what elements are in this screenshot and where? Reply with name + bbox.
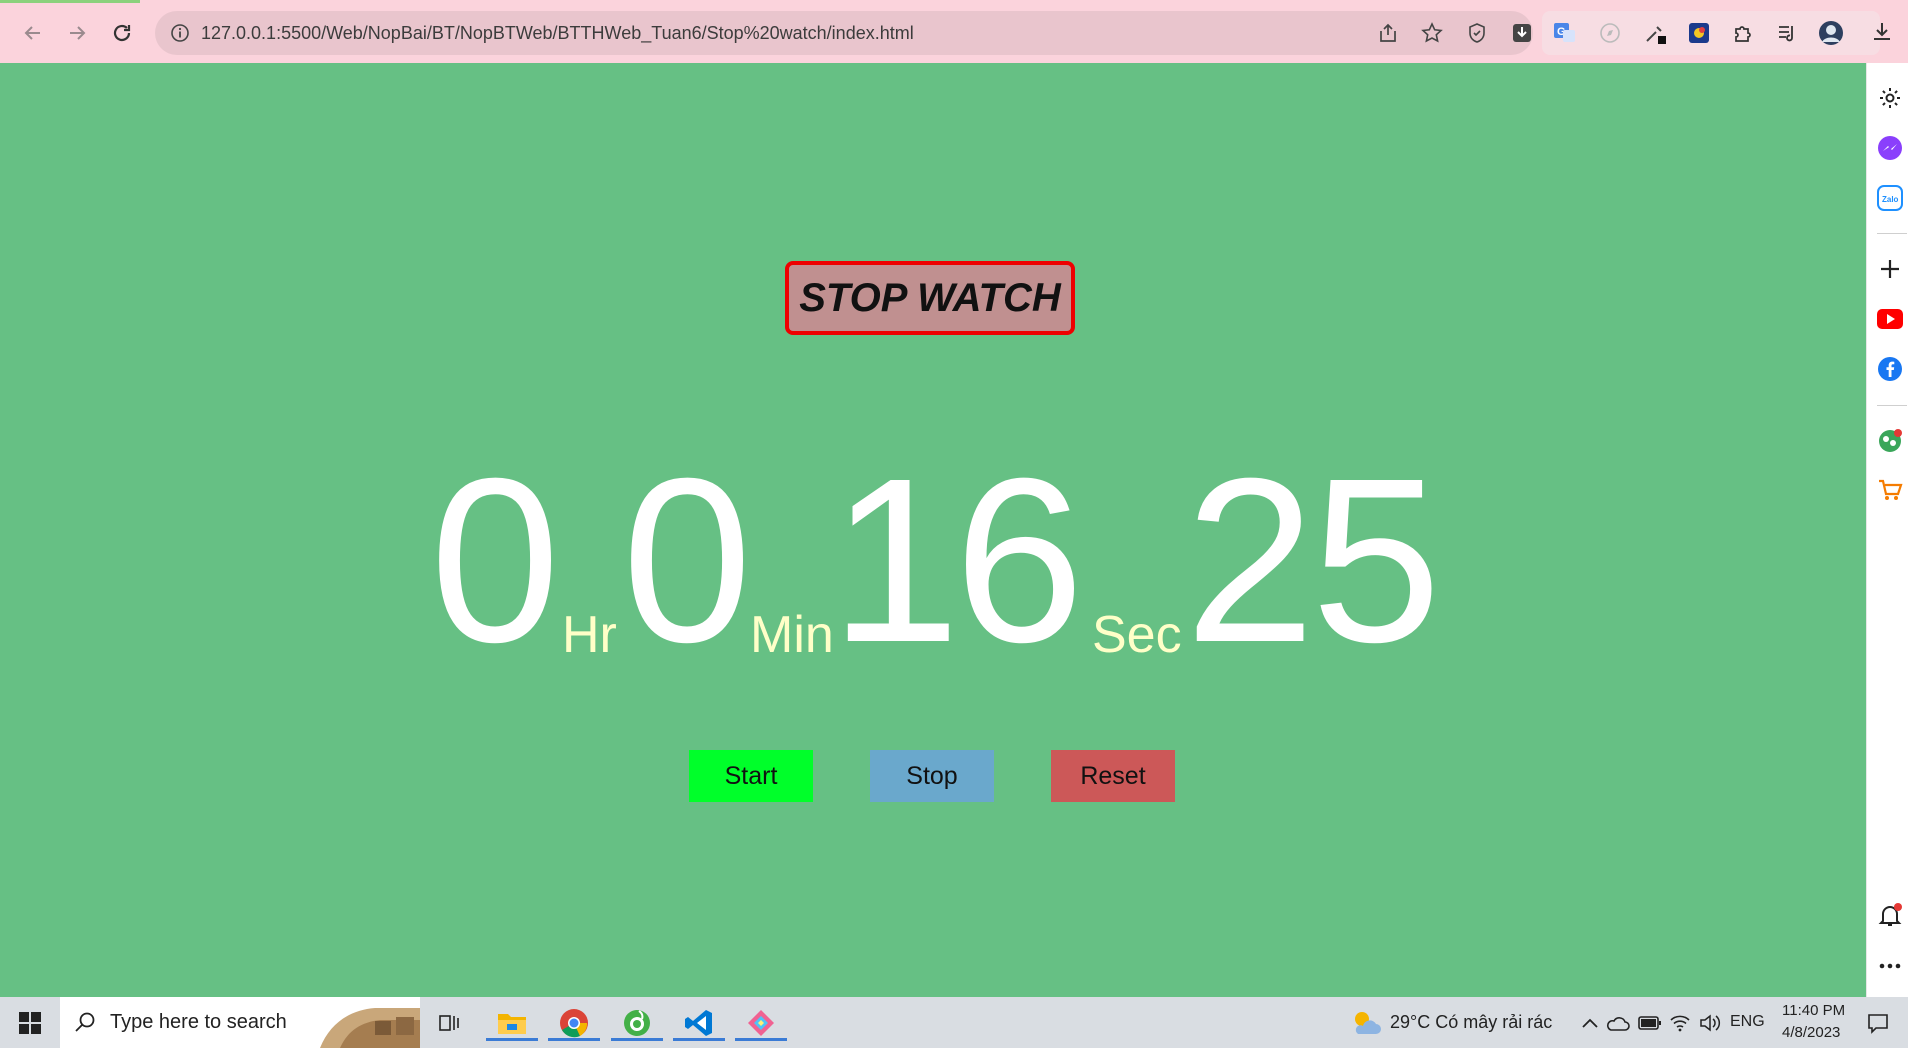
reload-button[interactable] xyxy=(104,15,140,51)
add-icon[interactable] xyxy=(1877,256,1903,282)
forward-arrow-icon xyxy=(70,26,86,40)
hours-unit-label: Hr xyxy=(562,606,617,664)
chrome-icon[interactable] xyxy=(548,1005,600,1041)
notification-bell-icon[interactable] xyxy=(1877,903,1903,929)
page-load-indicator xyxy=(0,0,140,3)
weather-text[interactable]: 29°C Có mây rải rác xyxy=(1390,1012,1552,1033)
centiseconds-value: 25 xyxy=(1185,429,1441,691)
url-text[interactable]: 127.0.0.1:5500/Web/NopBai/BT/NopBTWeb/BT… xyxy=(201,23,914,44)
search-icon xyxy=(75,1012,95,1032)
compass-icon[interactable] xyxy=(1597,20,1623,46)
share-icon[interactable] xyxy=(1375,20,1401,46)
coccoc-browser-icon[interactable] xyxy=(611,1005,663,1041)
reading-list-icon[interactable] xyxy=(1774,20,1800,46)
zalo-icon[interactable]: Zalo xyxy=(1877,185,1903,211)
notifications-icon[interactable] xyxy=(1860,1005,1896,1041)
active-indicator xyxy=(735,1038,787,1041)
browser-sidebar: Zalo xyxy=(1866,63,1908,997)
start-button[interactable]: Start xyxy=(689,750,813,802)
app-diamond-icon[interactable] xyxy=(735,1005,787,1041)
stopwatch-title-box: STOP WATCH xyxy=(785,261,1075,335)
shield-icon[interactable] xyxy=(1464,20,1490,46)
onedrive-cloud-icon[interactable] xyxy=(1600,1005,1636,1041)
taskbar-search-box[interactable]: Type here to search xyxy=(60,997,420,1048)
windows-taskbar: Type here to search 29°C Có mây rải rác xyxy=(0,997,1908,1048)
extensions-bar: G xyxy=(1542,11,1880,55)
vscode-icon[interactable] xyxy=(673,1005,725,1041)
search-highlight-illustration-icon xyxy=(320,1008,420,1048)
download-page-icon[interactable] xyxy=(1509,20,1535,46)
profile-avatar-icon[interactable] xyxy=(1818,20,1844,46)
reload-icon xyxy=(113,24,131,42)
weather-icon[interactable] xyxy=(1348,1005,1384,1041)
back-arrow-icon xyxy=(24,26,40,40)
windows-start-icon[interactable] xyxy=(12,1005,48,1041)
page-title: STOP WATCH xyxy=(799,275,1061,320)
language-indicator[interactable]: ENG xyxy=(1730,1013,1765,1031)
stop-button[interactable]: Stop xyxy=(870,750,994,802)
active-indicator xyxy=(548,1038,600,1041)
minutes-value: 0 xyxy=(622,429,753,691)
game-extension-icon[interactable] xyxy=(1877,428,1903,454)
clock-time[interactable]: 11:40 PM xyxy=(1782,1002,1845,1019)
sidebar-divider xyxy=(1877,233,1907,234)
svg-text:Zalo: Zalo xyxy=(1882,195,1899,204)
reset-button[interactable]: Reset xyxy=(1051,750,1175,802)
downloads-icon[interactable] xyxy=(1870,20,1896,46)
active-indicator xyxy=(611,1038,663,1041)
site-info-icon[interactable] xyxy=(167,20,193,46)
color-extension-icon[interactable] xyxy=(1686,20,1712,46)
shopping-cart-icon[interactable] xyxy=(1877,477,1903,503)
task-view-icon[interactable] xyxy=(432,1005,468,1041)
active-indicator xyxy=(486,1038,538,1041)
file-explorer-icon[interactable] xyxy=(486,1005,538,1041)
volume-icon[interactable] xyxy=(1692,1005,1728,1041)
messenger-icon[interactable] xyxy=(1877,135,1903,161)
search-placeholder: Type here to search xyxy=(110,1011,287,1033)
facebook-icon[interactable] xyxy=(1877,356,1903,382)
puzzle-extensions-icon[interactable] xyxy=(1730,20,1756,46)
more-options-icon[interactable] xyxy=(1877,953,1903,979)
seconds-value: 16 xyxy=(830,429,1084,691)
forward-button[interactable] xyxy=(59,15,95,51)
minutes-unit-label: Min xyxy=(750,606,834,664)
eyedropper-icon[interactable] xyxy=(1642,20,1668,46)
google-translate-icon[interactable]: G xyxy=(1552,20,1578,46)
sidebar-divider xyxy=(1877,405,1907,406)
clock-date[interactable]: 4/8/2023 xyxy=(1782,1024,1840,1041)
active-indicator xyxy=(673,1038,725,1041)
browser-toolbar: 127.0.0.1:5500/Web/NopBai/BT/NopBTWeb/BT… xyxy=(0,0,1908,63)
youtube-icon[interactable] xyxy=(1877,306,1903,332)
seconds-unit-label: Sec xyxy=(1092,606,1182,664)
hours-value: 0 xyxy=(430,429,561,691)
bookmark-star-icon[interactable] xyxy=(1419,20,1445,46)
settings-gear-icon[interactable] xyxy=(1877,85,1903,111)
back-button[interactable] xyxy=(15,15,51,51)
address-bar[interactable]: 127.0.0.1:5500/Web/NopBai/BT/NopBTWeb/BT… xyxy=(155,11,1533,55)
stopwatch-display: 0 Hr 0 Min 16 Sec 25 xyxy=(430,429,1441,691)
